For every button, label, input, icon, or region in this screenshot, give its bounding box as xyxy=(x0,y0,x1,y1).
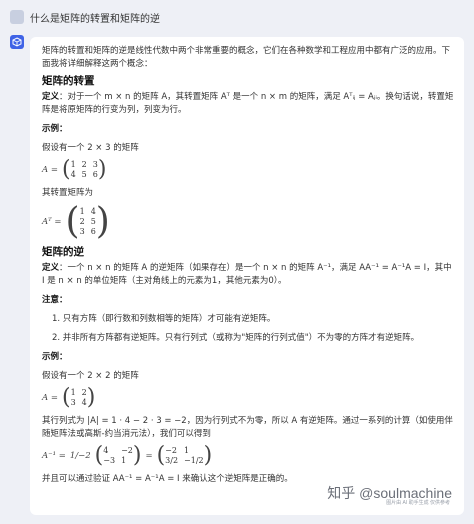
equals-sign: = xyxy=(145,450,153,461)
definition-label: 定义 xyxy=(42,263,60,273)
determinant-text: 其行列式为 |A| = 1 · 4 − 2 · 3 = −2，因为行列式不为零，… xyxy=(42,416,453,439)
matrix-label: A = xyxy=(42,164,58,175)
matrix-cell: 1 xyxy=(70,388,76,397)
definition-label: 定义 xyxy=(42,92,60,102)
matrix-a2-display: A = ( 1 2 3 4 ) xyxy=(42,385,96,410)
matrix-cell: 3 xyxy=(79,227,85,236)
section-title-transpose: 矩阵的转置 xyxy=(42,75,95,87)
intro-text: 矩阵的转置和矩阵的逆是线性代数中两个非常重要的概念，它们在各种数学和工程应用中都… xyxy=(42,46,451,69)
matrix-label: A = xyxy=(42,392,58,403)
adjugate-grid: 4 −2 −3 1 xyxy=(103,446,133,466)
answer-card: 矩阵的转置和矩阵的逆是线性代数中两个非常重要的概念，它们在各种数学和工程应用中都… xyxy=(30,37,464,515)
matrix-cell: −1/2 xyxy=(184,456,204,465)
matrix-at-display: Aᵀ = ( 1 4 2 5 3 6 ) xyxy=(42,201,110,242)
example-text: 假设有一个 2 × 2 的矩阵 xyxy=(42,371,139,381)
matrix-cell: −2 xyxy=(121,446,133,455)
matrix-cell: 2 xyxy=(81,160,87,169)
inverse-factor: 1/−2 xyxy=(69,450,91,461)
cube-icon xyxy=(12,37,22,47)
example-label: 示例： xyxy=(42,352,68,362)
matrix-at-grid: 1 4 2 5 3 6 xyxy=(80,207,96,237)
matrix-cell: 1 xyxy=(121,456,127,465)
example-label: 示例： xyxy=(42,124,68,134)
user-question: 什么是矩阵的转置和矩阵的逆 xyxy=(30,13,160,25)
matrix-a2-grid: 1 2 3 4 xyxy=(71,388,87,408)
transpose-text: 其转置矩阵为 xyxy=(42,188,94,198)
transpose-definition: 定义：对于一个 m × n 的矩阵 A，其转置矩阵 Aᵀ 是一个 n × m 的… xyxy=(42,91,454,117)
matrix-a-display: A = ( 1 2 3 4 5 6 ) xyxy=(42,157,107,182)
matrix-cell: −3 xyxy=(103,456,116,465)
matrix-cell: 1 xyxy=(184,446,190,455)
watermark-subtext: 图片由 AI 助手生成 仅供参考 xyxy=(386,500,450,506)
note-list: 1. 只有方阵（即行数和列数相等的矩阵）才可能有逆矩阵。 2. 并非所有方阵都有… xyxy=(52,313,454,345)
matrix-cell: 3/2 xyxy=(165,456,179,465)
user-question-row: 什么是矩阵的转置和矩阵的逆 xyxy=(10,8,160,26)
matrix-cell: 5 xyxy=(81,170,87,179)
list-item: 2. 并非所有方阵都有逆矩阵。只有行列式（或称为"矩阵的行列式值"）不为零的方阵… xyxy=(52,333,420,343)
matrix-a-grid: 1 2 3 4 5 6 xyxy=(71,160,98,180)
inverse-definition: 定义：一个 n × n 的矩阵 A 的逆矩阵（如果存在）是一个 n × n 的矩… xyxy=(42,262,454,288)
inverse-grid: −2 1 3/2 −1/2 xyxy=(165,446,203,466)
definition-text: ：对于一个 m × n 的矩阵 A，其转置矩阵 Aᵀ 是一个 n × m 的矩阵… xyxy=(42,92,454,115)
matrix-label: Aᵀ = xyxy=(42,216,62,227)
matrix-cell: −2 xyxy=(165,446,177,455)
watermark: 知乎 @soulmachine 图片由 AI 助手生成 仅供参考 xyxy=(327,483,452,506)
user-avatar xyxy=(10,10,24,24)
matrix-cell: 1 xyxy=(70,160,76,169)
definition-text: ：一个 n × n 的矩阵 A 的逆矩阵（如果存在）是一个 n × n 的矩阵 … xyxy=(42,263,452,286)
inverse-display: A⁻¹ = 1/−2 ( 4 −2 −3 1 ) = ( −2 1 3/2 −1… xyxy=(42,443,213,468)
section-title-inverse: 矩阵的逆 xyxy=(42,246,84,258)
matrix-cell: 4 xyxy=(70,170,76,179)
matrix-cell: 4 xyxy=(103,446,109,455)
list-item: 1. 只有方阵（即行数和列数相等的矩阵）才可能有逆矩阵。 xyxy=(52,314,276,324)
matrix-cell: 1 xyxy=(79,207,85,216)
matrix-label: A⁻¹ = xyxy=(42,450,66,461)
assistant-avatar xyxy=(10,35,24,49)
example-text: 假设有一个 2 × 3 的矩阵 xyxy=(42,143,139,153)
matrix-cell: 3 xyxy=(70,398,76,407)
note-label: 注意： xyxy=(42,295,68,305)
matrix-cell: 2 xyxy=(79,217,85,226)
